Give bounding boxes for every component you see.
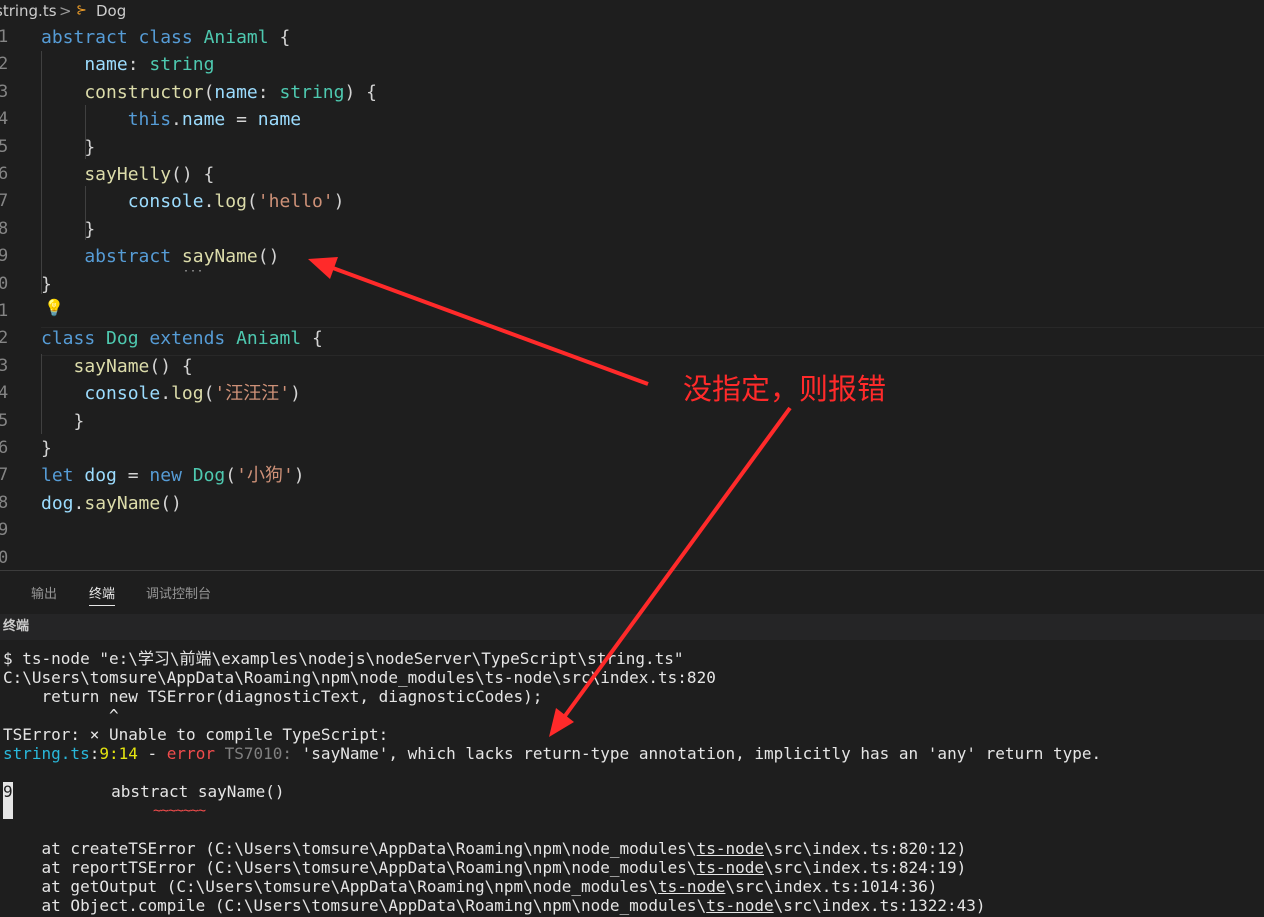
arrow-to-error xyxy=(560,406,792,722)
arrowhead-error xyxy=(549,708,574,737)
arrow-to-abstract xyxy=(321,262,649,386)
arrowhead-abstract xyxy=(308,257,338,279)
annotation-arrows xyxy=(308,257,792,737)
